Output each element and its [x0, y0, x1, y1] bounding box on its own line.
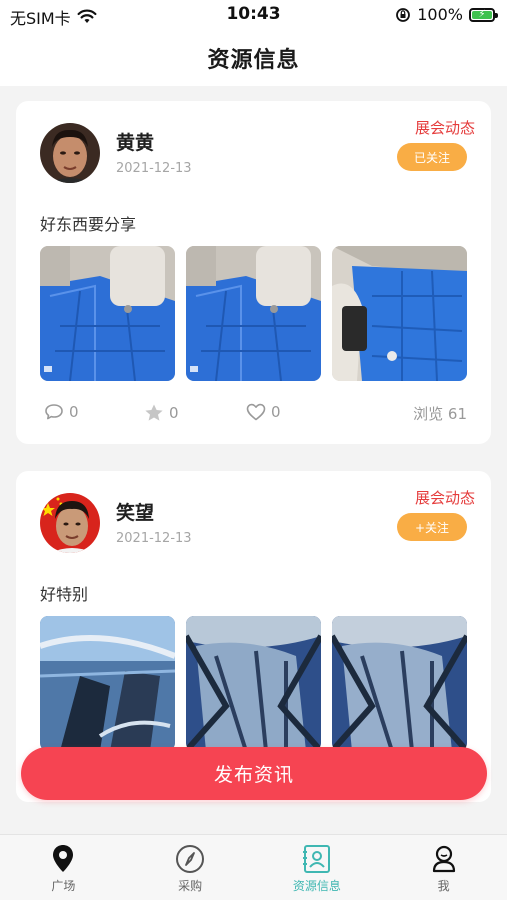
- post-category[interactable]: 展会动态: [415, 487, 475, 508]
- tab-label: 资源信息: [292, 879, 341, 893]
- post-text: 好东西要分享: [40, 215, 137, 234]
- profile-icon: [429, 844, 459, 874]
- post-image[interactable]: [186, 616, 321, 751]
- tab-label: 我: [437, 879, 450, 893]
- nav-bar: 资源信息: [0, 30, 507, 86]
- tab-bar: 广场 采购 资源信息 我: [0, 834, 507, 900]
- comment-count: 0: [69, 403, 79, 421]
- like-count: 0: [271, 403, 281, 421]
- tab-label: 采购: [178, 879, 203, 893]
- tab-resource-info[interactable]: 资源信息: [254, 835, 381, 900]
- post-date: 2021-12-13: [116, 161, 192, 176]
- post-stats: 0 0 0 浏览 61: [40, 403, 467, 427]
- post-image[interactable]: [40, 246, 175, 381]
- post-image[interactable]: [186, 246, 321, 381]
- status-right: 100% ⚡: [395, 5, 498, 24]
- publish-news-button[interactable]: 发布资讯: [21, 747, 487, 800]
- contact-card-icon: [302, 844, 332, 874]
- star-icon: [145, 404, 163, 421]
- battery-percent: 100%: [417, 5, 463, 24]
- orientation-lock-icon: [396, 7, 411, 22]
- like-stat[interactable]: 0: [246, 403, 281, 421]
- post-text: 好特别: [40, 585, 89, 604]
- post-date: 2021-12-13: [116, 531, 192, 546]
- follow-button[interactable]: 已关注: [397, 143, 467, 171]
- favorite-stat[interactable]: 0: [144, 403, 179, 423]
- comment-stat[interactable]: 0: [44, 403, 79, 421]
- follow-button[interactable]: +关注: [397, 513, 467, 541]
- status-bar: 无SIM卡 10:43 100% ⚡: [0, 0, 507, 30]
- tab-purchase[interactable]: 采购: [127, 835, 254, 900]
- post-image[interactable]: [40, 616, 175, 751]
- avatar[interactable]: [40, 123, 100, 183]
- post-author[interactable]: 黄黄: [116, 128, 154, 155]
- avatar[interactable]: [40, 493, 100, 553]
- post-image[interactable]: [332, 246, 467, 381]
- page-title: 资源信息: [207, 48, 300, 73]
- post-images: [40, 246, 467, 381]
- battery-icon: ⚡: [469, 7, 498, 22]
- view-count: 浏览 61: [413, 405, 467, 423]
- post-card[interactable]: 黄黄 2021-12-13 展会动态 已关注 好东西要分享 0 0 0 浏览 6…: [16, 101, 491, 444]
- post-image[interactable]: [332, 616, 467, 751]
- location-pin-icon: [48, 844, 78, 874]
- tab-square[interactable]: 广场: [0, 835, 127, 900]
- compass-icon: [175, 844, 205, 874]
- tab-label: 广场: [51, 879, 76, 893]
- post-category[interactable]: 展会动态: [415, 117, 475, 138]
- heart-icon: [246, 403, 266, 421]
- post-images: [40, 616, 467, 751]
- post-author[interactable]: 笑望: [116, 498, 154, 525]
- favorite-count: 0: [169, 404, 179, 422]
- comment-icon: [45, 404, 63, 420]
- tab-me[interactable]: 我: [380, 835, 507, 900]
